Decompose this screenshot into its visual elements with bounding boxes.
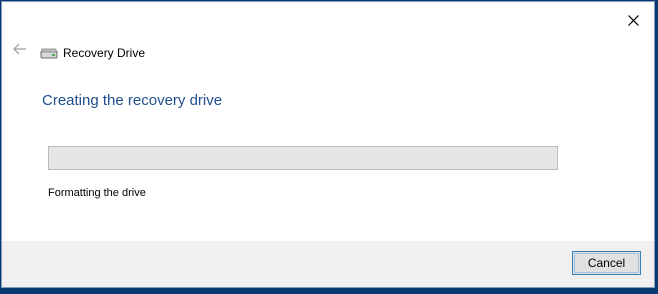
status-text: Formatting the drive: [48, 187, 146, 199]
back-button[interactable]: [10, 42, 30, 60]
window-title: Recovery Drive: [63, 46, 146, 60]
back-arrow-icon: [13, 42, 27, 60]
cancel-button[interactable]: Cancel: [572, 251, 641, 275]
recovery-drive-window: Recovery Drive Creating the recovery dri…: [1, 1, 655, 288]
footer-bar: [2, 241, 654, 287]
progress-bar: [48, 146, 558, 170]
close-icon: [627, 14, 639, 26]
title-row: Recovery Drive: [40, 44, 145, 62]
drive-icon: [40, 46, 58, 60]
close-button[interactable]: [620, 8, 646, 32]
page-heading: Creating the recovery drive: [42, 92, 223, 109]
